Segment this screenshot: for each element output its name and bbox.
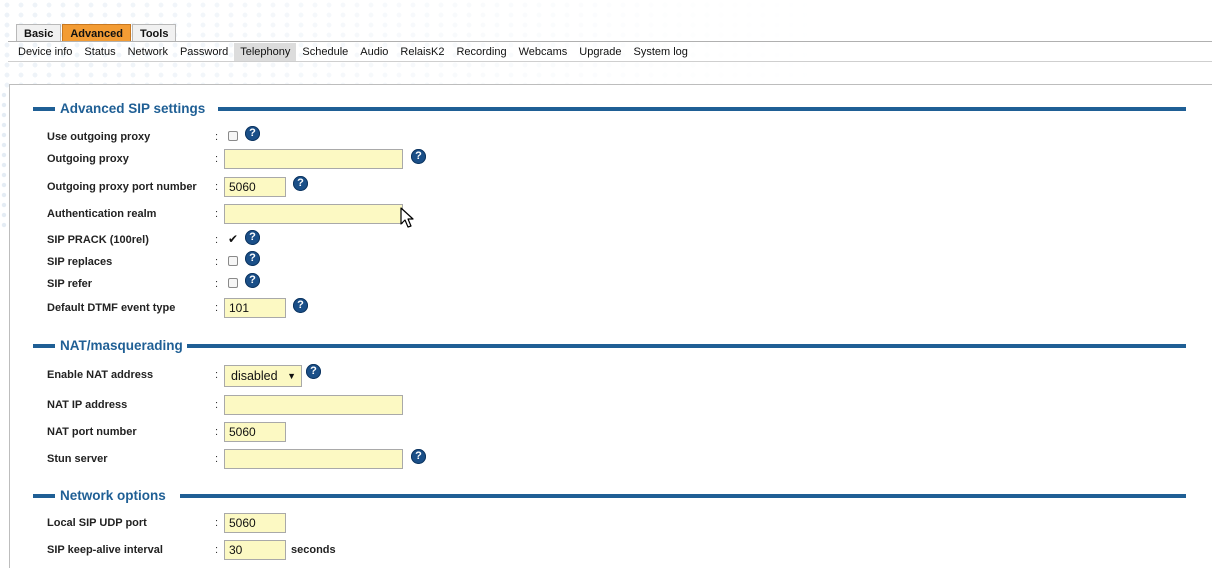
field-label: Outgoing proxy port number xyxy=(47,181,197,193)
field-label: SIP PRACK (100rel) xyxy=(47,234,149,246)
subnav-password[interactable]: Password xyxy=(174,43,234,61)
sip-refer-checkbox[interactable] xyxy=(228,278,238,288)
field-colon: : xyxy=(215,399,219,411)
field-colon: : xyxy=(215,256,219,268)
field-colon: : xyxy=(215,544,219,556)
field-label: Enable NAT address xyxy=(47,369,154,381)
field-colon: : xyxy=(215,369,219,381)
sub-navigation: Device info Status Network Password Tele… xyxy=(12,43,694,61)
field-label: SIP replaces xyxy=(47,256,113,268)
help-icon[interactable]: ? xyxy=(293,176,308,191)
field-colon: : xyxy=(215,453,219,465)
subnav-schedule[interactable]: Schedule xyxy=(296,43,354,61)
subnav-device-info[interactable]: Device info xyxy=(12,43,78,61)
select-value: disabled xyxy=(231,369,278,383)
field-label: SIP refer xyxy=(47,278,93,290)
section-bar-right xyxy=(186,344,1186,348)
section-title: Advanced SIP settings xyxy=(60,101,210,117)
tab-divider xyxy=(8,41,1212,42)
subnav-recording[interactable]: Recording xyxy=(450,43,512,61)
section-header-sip: Advanced SIP settings xyxy=(28,101,1186,117)
field-label: Authentication realm xyxy=(47,208,157,220)
section-header-network: Network options xyxy=(28,488,1186,504)
help-icon[interactable]: ? xyxy=(245,251,260,266)
dtmf-event-type-input[interactable] xyxy=(224,298,286,318)
authentication-realm-input[interactable] xyxy=(224,204,403,224)
section-title: Network options xyxy=(60,488,170,504)
tab-basic[interactable]: Basic xyxy=(16,24,62,42)
tab-tools[interactable]: Tools xyxy=(131,24,177,42)
field-label: Default DTMF event type xyxy=(47,302,176,314)
chevron-down-icon: ▼ xyxy=(287,371,296,381)
subnav-audio[interactable]: Audio xyxy=(354,43,394,61)
mouse-cursor-icon xyxy=(400,207,414,228)
help-icon[interactable]: ? xyxy=(411,149,426,164)
field-label: Outgoing proxy xyxy=(47,153,129,165)
help-icon[interactable]: ? xyxy=(245,273,260,288)
help-icon[interactable]: ? xyxy=(293,298,308,313)
outgoing-proxy-input[interactable] xyxy=(224,149,403,169)
field-label: Local SIP UDP port xyxy=(47,517,147,529)
use-outgoing-proxy-checkbox[interactable] xyxy=(228,131,238,141)
outgoing-proxy-port-input[interactable] xyxy=(224,177,286,197)
section-bar-right xyxy=(180,494,1186,498)
nat-port-input[interactable] xyxy=(224,422,286,442)
field-colon: : xyxy=(215,278,219,290)
help-icon[interactable]: ? xyxy=(245,126,260,141)
section-bar-left xyxy=(33,494,55,498)
help-icon[interactable]: ? xyxy=(411,449,426,464)
field-colon: : xyxy=(215,153,219,165)
field-colon: : xyxy=(215,517,219,529)
main-tabs: Basic Advanced Tools xyxy=(16,24,177,42)
sip-prack-checkbox[interactable]: ✔ xyxy=(228,233,238,245)
sip-replaces-checkbox[interactable] xyxy=(228,256,238,266)
field-label: NAT IP address xyxy=(47,399,128,411)
section-bar-right xyxy=(218,107,1186,111)
subnav-upgrade[interactable]: Upgrade xyxy=(573,43,627,61)
section-title: NAT/masquerading xyxy=(60,338,187,354)
help-icon[interactable]: ? xyxy=(245,230,260,245)
field-label: SIP keep-alive interval xyxy=(47,544,163,556)
field-colon: : xyxy=(215,131,219,143)
field-colon: : xyxy=(215,234,219,246)
field-colon: : xyxy=(215,208,219,220)
unit-label: seconds xyxy=(291,544,336,556)
help-icon[interactable]: ? xyxy=(306,364,321,379)
subnav-system-log[interactable]: System log xyxy=(628,43,694,61)
field-label: NAT port number xyxy=(47,426,137,438)
field-colon: : xyxy=(215,426,219,438)
subnav-divider xyxy=(8,61,1212,62)
keep-alive-interval-input[interactable] xyxy=(224,540,286,560)
enable-nat-select[interactable]: disabled ▼ xyxy=(224,365,302,387)
section-bar-left xyxy=(33,344,55,348)
tab-advanced[interactable]: Advanced xyxy=(62,24,131,42)
section-bar-left xyxy=(33,107,55,111)
subnav-webcams[interactable]: Webcams xyxy=(513,43,574,61)
stun-server-input[interactable] xyxy=(224,449,403,469)
section-header-nat: NAT/masquerading xyxy=(28,338,1186,354)
subnav-relaisk2[interactable]: RelaisK2 xyxy=(394,43,450,61)
local-sip-udp-port-input[interactable] xyxy=(224,513,286,533)
nat-ip-input[interactable] xyxy=(224,395,403,415)
field-colon: : xyxy=(215,181,219,193)
field-label: Use outgoing proxy xyxy=(47,131,151,143)
field-label: Stun server xyxy=(47,453,108,465)
subnav-telephony[interactable]: Telephony xyxy=(234,43,297,61)
subnav-network[interactable]: Network xyxy=(122,43,174,61)
field-colon: : xyxy=(215,302,219,314)
subnav-status[interactable]: Status xyxy=(78,43,121,61)
